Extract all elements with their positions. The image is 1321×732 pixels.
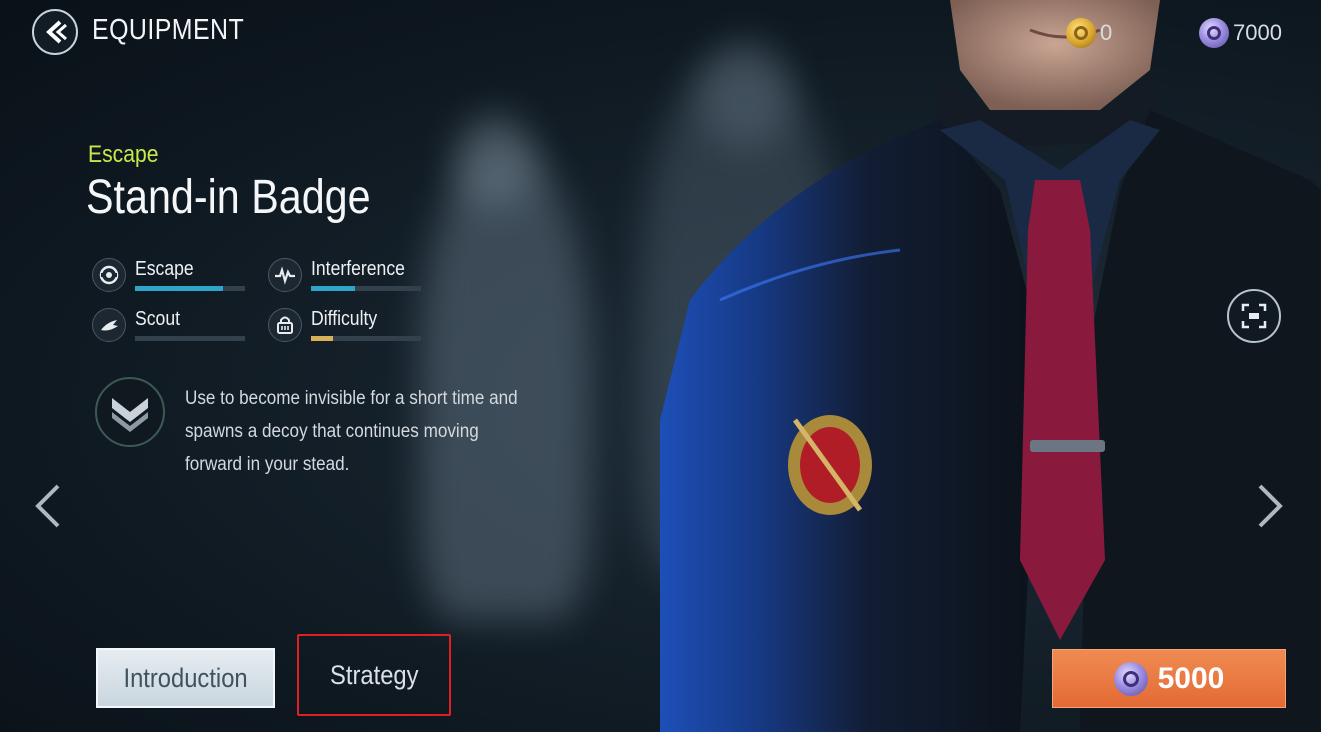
crystal-amount: 7000 bbox=[1233, 20, 1282, 45]
page-title: EQUIPMENT bbox=[92, 14, 245, 46]
top-bar: EQUIPMENT 0 7000 bbox=[0, 0, 1321, 70]
stat-difficulty: Difficulty bbox=[268, 308, 428, 348]
stat-bar bbox=[311, 286, 421, 291]
tab-strategy[interactable]: Strategy bbox=[297, 634, 451, 716]
crystal-currency: 7000 bbox=[1199, 18, 1282, 48]
previous-item-button[interactable] bbox=[28, 482, 68, 530]
tab-introduction-label: Introduction bbox=[123, 662, 248, 693]
item-category: Escape bbox=[88, 141, 159, 168]
back-arrow-icon bbox=[46, 20, 67, 44]
blurred-figure-left-head bbox=[455, 115, 535, 210]
stat-interference: Interference bbox=[268, 258, 428, 298]
tab-strategy-label: Strategy bbox=[329, 659, 419, 690]
chevron-left-icon bbox=[35, 484, 60, 528]
stat-bar bbox=[311, 336, 421, 341]
crystal-coin-icon bbox=[1113, 661, 1148, 696]
stat-label: Interference bbox=[311, 258, 405, 280]
chevron-right-icon bbox=[1258, 484, 1283, 528]
crystal-coin-icon bbox=[1199, 18, 1229, 48]
escape-icon bbox=[92, 258, 126, 292]
agent-character-illustration bbox=[660, 0, 1321, 732]
back-button[interactable] bbox=[32, 9, 78, 55]
stat-escape: Escape bbox=[92, 258, 252, 298]
next-item-button[interactable] bbox=[1250, 482, 1290, 530]
badge-skill-icon bbox=[95, 377, 165, 447]
scout-icon bbox=[92, 308, 126, 342]
item-name: Stand-in Badge bbox=[86, 171, 371, 224]
purchase-button[interactable]: 5000 bbox=[1052, 649, 1286, 708]
gold-coin-icon bbox=[1066, 18, 1096, 48]
fullscreen-button[interactable] bbox=[1227, 289, 1281, 343]
stat-label: Difficulty bbox=[311, 308, 378, 330]
stat-label: Scout bbox=[135, 308, 181, 330]
stat-label: Escape bbox=[135, 258, 194, 280]
difficulty-icon bbox=[268, 308, 302, 342]
gold-amount: 0 bbox=[1100, 20, 1113, 45]
stat-bar bbox=[135, 286, 245, 291]
gold-currency: 0 bbox=[1066, 18, 1112, 48]
background-scene bbox=[0, 0, 1321, 732]
interference-icon bbox=[268, 258, 302, 292]
stat-scout: Scout bbox=[92, 308, 252, 348]
tab-introduction[interactable]: Introduction bbox=[96, 648, 275, 708]
stat-bar bbox=[135, 336, 245, 341]
purchase-price: 5000 bbox=[1157, 661, 1225, 695]
item-description: Use to become invisible for a short time… bbox=[185, 388, 518, 475]
fullscreen-icon bbox=[1241, 303, 1267, 329]
